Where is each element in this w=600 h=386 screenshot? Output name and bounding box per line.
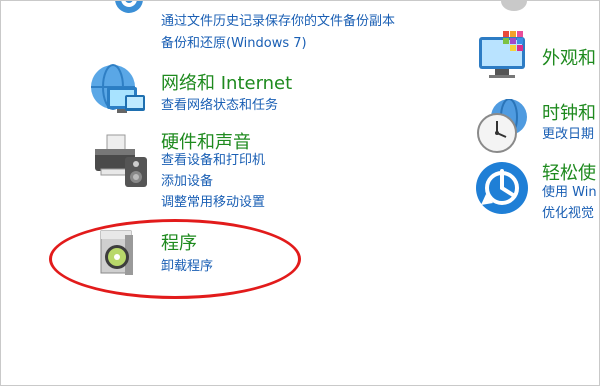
ease-title[interactable]: 轻松使 xyxy=(542,159,596,185)
clock-icon xyxy=(475,98,531,155)
network-link-status[interactable]: 查看网络状态和任务 xyxy=(161,96,278,115)
printer-icon xyxy=(91,133,151,189)
appearance-icon xyxy=(475,29,531,81)
clock-title[interactable]: 时钟和 xyxy=(542,99,596,125)
network-title[interactable]: 网络和 Internet xyxy=(161,69,292,95)
programs-title[interactable]: 程序 xyxy=(161,229,197,255)
hardware-link-mobility[interactable]: 调整常用移动设置 xyxy=(161,193,265,212)
ease-of-access-icon xyxy=(475,161,529,215)
clock-link-date[interactable]: 更改日期 xyxy=(542,125,594,144)
backup-icon xyxy=(111,1,147,21)
programs-icon xyxy=(95,227,139,277)
appearance-title[interactable]: 外观和 xyxy=(542,44,596,70)
ease-link-windows[interactable]: 使用 Win xyxy=(542,183,597,202)
hardware-link-devices[interactable]: 查看设备和打印机 xyxy=(161,151,265,170)
backup-link-restore[interactable]: 备份和还原(Windows 7) xyxy=(161,34,307,53)
ease-link-visual[interactable]: 优化视觉 xyxy=(542,204,594,223)
hardware-link-add-device[interactable]: 添加设备 xyxy=(161,172,213,191)
network-icon xyxy=(89,63,149,119)
programs-link-uninstall[interactable]: 卸载程序 xyxy=(161,257,213,276)
partial-top-right-icon xyxy=(499,1,529,15)
control-panel-window: 通过文件历史记录保存你的文件备份副本 备份和还原(Windows 7) 网络和 … xyxy=(0,0,600,386)
backup-link-file-history[interactable]: 通过文件历史记录保存你的文件备份副本 xyxy=(161,12,395,31)
